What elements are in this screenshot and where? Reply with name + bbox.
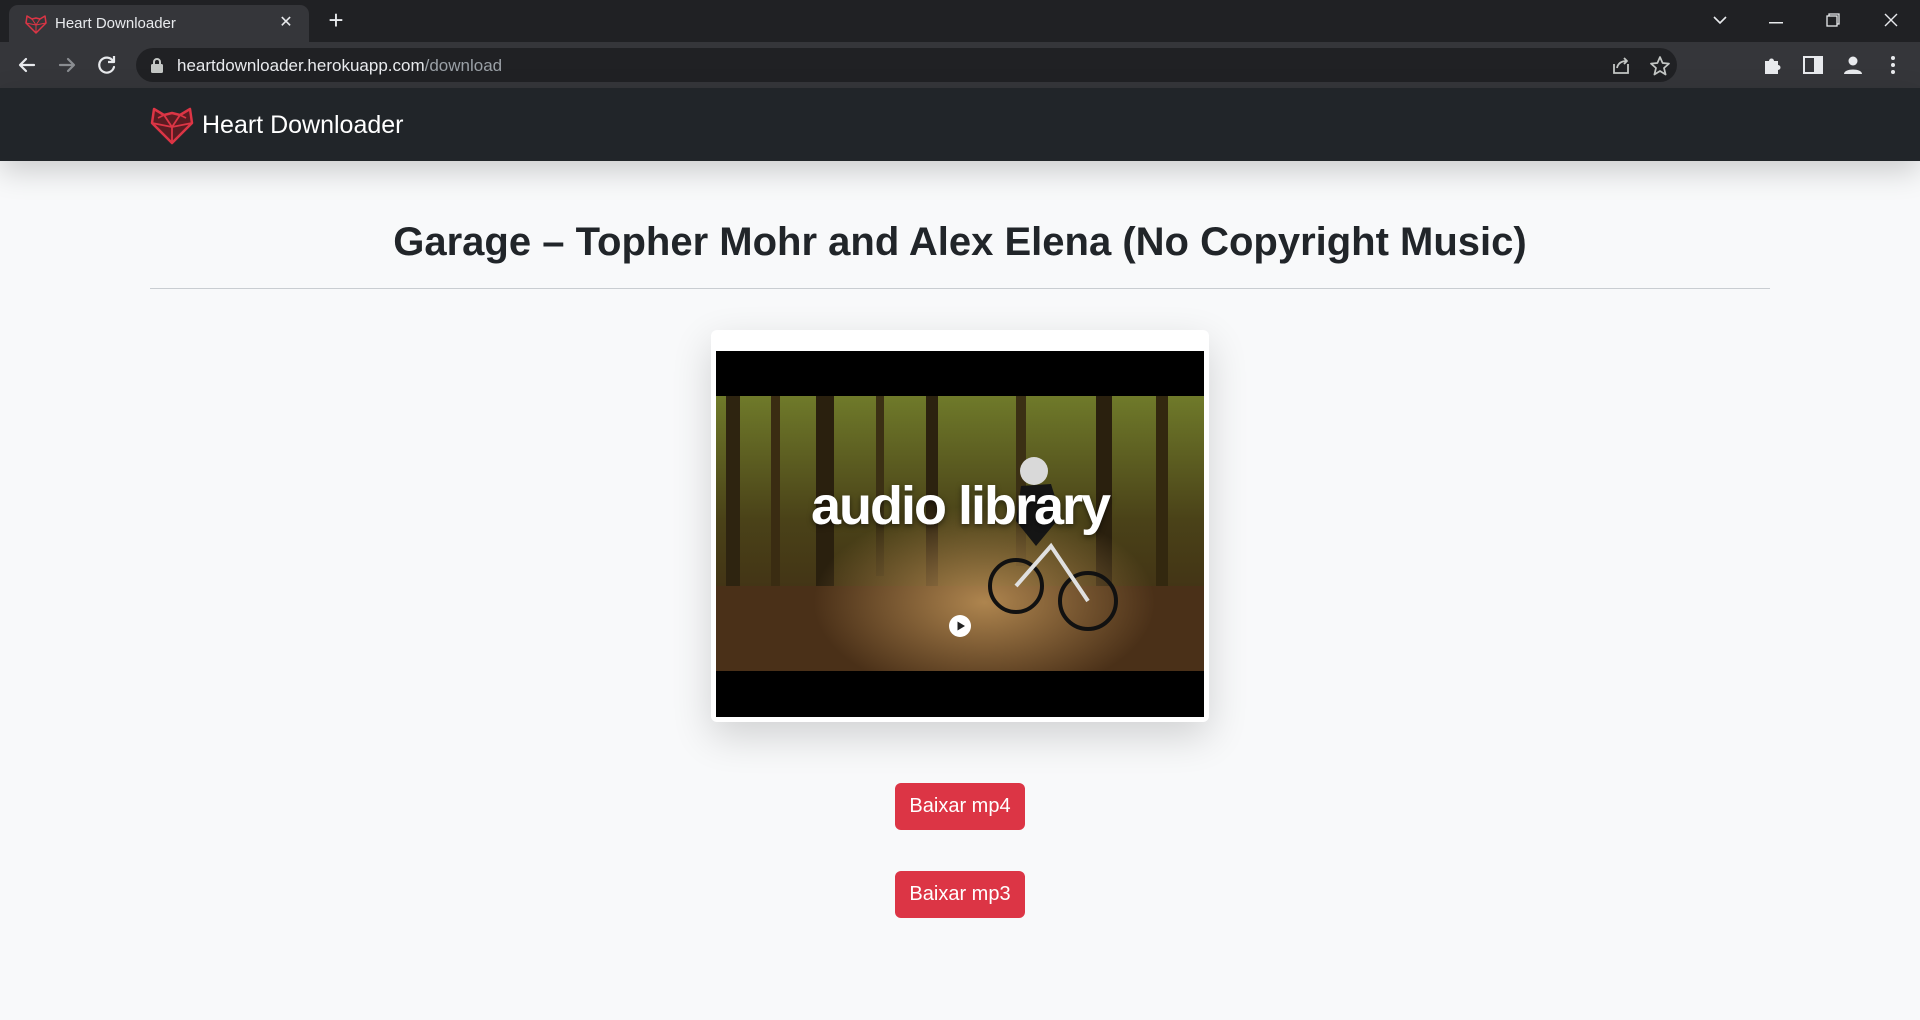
divider xyxy=(150,288,1770,289)
share-icon[interactable] xyxy=(1610,55,1632,77)
browser-tab[interactable]: Heart Downloader ✕ xyxy=(9,5,309,42)
lock-icon[interactable] xyxy=(150,57,164,73)
side-panel-icon[interactable] xyxy=(1801,53,1825,77)
address-bar[interactable]: heartdownloader.herokuapp.com/download xyxy=(136,48,1677,82)
profile-icon[interactable] xyxy=(1841,53,1865,77)
star-icon[interactable] xyxy=(1649,55,1671,77)
forward-arrow-icon[interactable] xyxy=(52,50,82,80)
url-host: heartdownloader.herokuapp.com xyxy=(177,56,425,75)
back-arrow-icon[interactable] xyxy=(12,50,42,80)
kebab-menu-icon[interactable] xyxy=(1881,53,1905,77)
restore-icon[interactable] xyxy=(1813,6,1853,34)
window-close-icon[interactable] xyxy=(1871,6,1911,34)
tab-title: Heart Downloader xyxy=(55,15,176,32)
reload-icon[interactable] xyxy=(92,50,122,80)
puzzle-icon[interactable] xyxy=(1761,53,1785,77)
tab-search-chevron-icon[interactable] xyxy=(1700,6,1740,34)
video-player[interactable]: audio library xyxy=(716,351,1204,717)
minimize-icon[interactable] xyxy=(1756,6,1796,34)
brand-link[interactable]: Heart Downloader xyxy=(150,105,404,145)
thumbnail-overlay-text: audio library xyxy=(810,476,1111,536)
url-path: /download xyxy=(424,56,503,75)
close-icon[interactable]: ✕ xyxy=(275,12,297,34)
site-navbar: Heart Downloader xyxy=(0,88,1920,161)
browser-tabstrip: Heart Downloader ✕ + xyxy=(0,0,1920,42)
play-icon[interactable] xyxy=(948,614,972,638)
video-card: audio library xyxy=(711,330,1209,722)
download-mp4-button[interactable]: Baixar mp4 xyxy=(895,783,1025,830)
url-text[interactable]: heartdownloader.herokuapp.com/download xyxy=(177,56,502,76)
brand-name: Heart Downloader xyxy=(202,110,404,139)
heart-fox-logo-icon xyxy=(25,15,47,34)
heart-fox-logo-icon xyxy=(150,107,194,145)
download-mp3-button[interactable]: Baixar mp3 xyxy=(895,871,1025,918)
page-title: Garage – Topher Mohr and Alex Elena (No … xyxy=(393,220,1527,264)
plus-icon[interactable]: + xyxy=(322,7,350,33)
browser-toolbar: heartdownloader.herokuapp.com/download xyxy=(0,42,1920,88)
